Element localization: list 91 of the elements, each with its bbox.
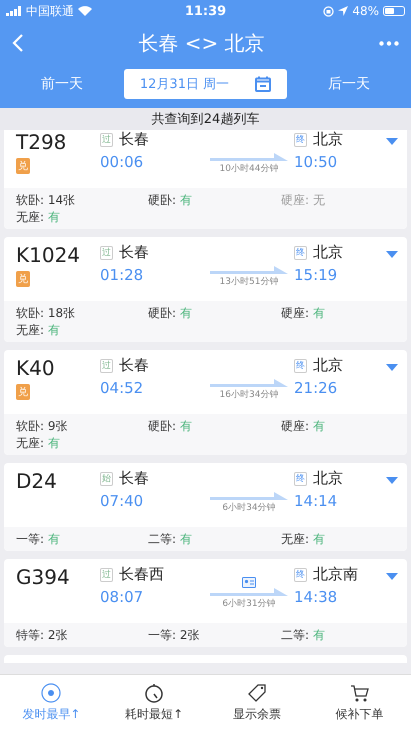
- lock-rotation-icon: [323, 6, 334, 16]
- train-number: G394: [16, 565, 71, 589]
- seat-availability: 硬卧: 有: [148, 418, 193, 434]
- exchange-badge: 兑: [16, 271, 30, 287]
- seat-availability: 二等: 有: [281, 627, 326, 643]
- arrival-station: 北京南: [313, 565, 358, 584]
- battery-icon: [383, 6, 406, 16]
- train-card[interactable]: T298 兑 过 长春 00:06 10小时44分钟 终 北京 10:50 软卧: 14张 硬卧: 有 硬座: 无 无座: 有: [4, 130, 407, 229]
- more-icon[interactable]: [379, 40, 399, 46]
- seat-availability: 硬卧: 有: [148, 305, 193, 321]
- seat-availability: 无座: 有: [16, 209, 61, 225]
- departure-station: 长春: [119, 130, 149, 149]
- timer-icon: [144, 682, 164, 702]
- station-tag: 终: [294, 132, 307, 146]
- seat-availability: 软卧: 14张: [16, 192, 76, 208]
- station-tag: 过: [100, 568, 113, 582]
- sort-tab[interactable]: 显示余票: [206, 675, 308, 730]
- dropdown-icon[interactable]: [386, 573, 398, 580]
- arrival-time: 10:50: [294, 153, 338, 171]
- dropdown-icon[interactable]: [386, 251, 398, 258]
- sort-tab[interactable]: 耗时最短↑: [102, 675, 206, 730]
- station-tag: 过: [100, 246, 113, 260]
- train-number: D24: [16, 469, 58, 493]
- clock-time: 11:39: [184, 4, 226, 18]
- seat-availability: 硬座: 有: [281, 305, 326, 321]
- cart-icon: [350, 682, 370, 702]
- departure-station: 长春西: [119, 565, 164, 584]
- station-tag: 过: [100, 358, 113, 372]
- signal-icon: [6, 6, 22, 16]
- dropdown-icon[interactable]: [386, 477, 398, 484]
- tag-icon: [246, 682, 267, 702]
- arrival-time: 14:14: [294, 492, 338, 510]
- train-number: K1024: [16, 243, 82, 267]
- departure-time: 00:06: [100, 153, 144, 171]
- duration: 6小时31分钟: [222, 598, 276, 610]
- station-tag: 过: [100, 132, 113, 146]
- arrival-station: 北京: [313, 243, 343, 262]
- station-tag: 终: [294, 358, 307, 372]
- sort-tab[interactable]: 候补下单: [308, 675, 411, 730]
- duration: 10小时44分钟: [220, 162, 278, 174]
- seat-availability: 一等: 有: [16, 531, 61, 547]
- station-tag: 终: [294, 472, 307, 486]
- back-icon[interactable]: [12, 33, 24, 53]
- duration: 6小时34分钟: [222, 502, 276, 514]
- route-title: 长春 <> 北京: [137, 30, 266, 56]
- train-card[interactable]: K40 兑 过 长春 04:52 16小时34分钟 终 北京 21:26 软卧: 9张 硬卧: 有 硬座: 有 无座: 有: [4, 350, 407, 455]
- arrival-time: 15:19: [294, 266, 338, 284]
- departure-station: 长春: [119, 243, 149, 262]
- duration: 13小时51分钟: [220, 276, 278, 288]
- duration: 16小时34分钟: [220, 388, 278, 400]
- seat-availability: 无座: 有: [281, 531, 326, 547]
- arrival-time: 14:38: [294, 588, 338, 606]
- exchange-badge: 兑: [16, 384, 30, 400]
- seat-availability: 软卧: 18张: [16, 305, 76, 321]
- battery-percent: 48%: [352, 4, 380, 18]
- train-number: T298: [16, 130, 68, 154]
- location-icon: [338, 6, 348, 16]
- departure-time: 08:07: [100, 588, 144, 606]
- train-number: K40: [16, 356, 56, 380]
- seat-availability: 特等: 2张: [16, 627, 68, 643]
- arrival-time: 21:26: [294, 379, 338, 397]
- station-tag: 终: [294, 568, 307, 582]
- seat-availability: 硬座: 有: [281, 418, 326, 434]
- departure-time: 01:28: [100, 266, 144, 284]
- seat-availability: 软卧: 9张: [16, 418, 68, 434]
- clock-icon: [41, 682, 62, 702]
- train-card[interactable]: G394 过 长春西 08:07 6小时31分钟 终 北京南 14:38 特等: 2张 一等: 2张 二等: 有: [4, 559, 407, 647]
- train-card[interactable]: D24 始 长春 07:40 6小时34分钟 终 北京 14:14 一等: 有 二等: 有 无座: 有: [4, 463, 407, 551]
- dropdown-icon[interactable]: [386, 364, 398, 371]
- exchange-badge: 兑: [16, 158, 30, 174]
- calendar-icon: [255, 76, 272, 92]
- departure-time: 07:40: [100, 492, 144, 510]
- arrival-station: 北京: [313, 356, 343, 375]
- seat-availability: 二等: 有: [148, 531, 193, 547]
- seat-availability: 硬卧: 有: [148, 192, 193, 208]
- seat-availability: 一等: 2张: [148, 627, 200, 643]
- arrival-station: 北京: [313, 130, 343, 149]
- departure-station: 长春: [119, 356, 149, 375]
- seat-availability: 硬座: 无: [281, 192, 326, 208]
- seat-availability: 无座: 有: [16, 322, 61, 338]
- train-card[interactable]: K1024 兑 过 长春 01:28 13小时51分钟 终 北京 15:19 软卧: 18张 硬卧: 有 硬座: 有 无座: 有: [4, 237, 407, 342]
- station-tag: 始: [100, 472, 113, 486]
- wifi-icon: [78, 6, 92, 16]
- departure-station: 长春: [119, 469, 149, 488]
- carrier-name: 中国联通: [26, 2, 74, 20]
- departure-time: 04:52: [100, 379, 144, 397]
- result-count: 共查询到24趟列车: [0, 108, 411, 130]
- seat-availability: 无座: 有: [16, 435, 61, 451]
- arrival-station: 北京: [313, 469, 343, 488]
- station-tag: 终: [294, 246, 307, 260]
- dropdown-icon[interactable]: [386, 138, 398, 145]
